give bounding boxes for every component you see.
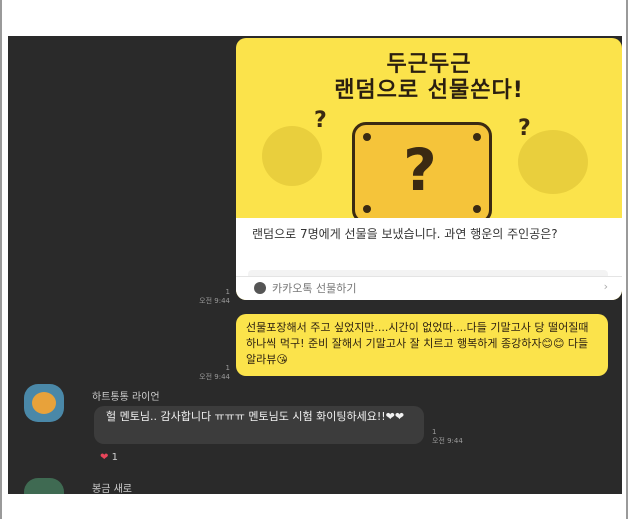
small-question-mark-right: ? — [518, 116, 531, 141]
mystery-box-icon: ? — [352, 122, 492, 224]
unread-count: 1 — [432, 428, 437, 436]
avatar-ryan[interactable] — [24, 384, 64, 422]
message-time: 오전 9:44 — [199, 373, 230, 381]
gift-card-footer-label: 카카오톡 선물하기 — [272, 282, 357, 295]
gift-card-title: 두근두근 랜덤으로 선물쏜다! — [236, 52, 622, 104]
bottom-margin — [0, 494, 631, 519]
question-mark-icon: ? — [403, 136, 437, 204]
my-message-bubble[interactable]: 선물포장해서 주고 싶었지만....시간이 없었따....다들 기말고사 당 떨… — [236, 314, 608, 376]
sender-name-2: 봉금 새로 — [92, 484, 132, 494]
gift-card[interactable]: 두근두근 랜덤으로 선물쏜다! ? ? ? 랜덤으로 7명에게 선물을 보냈습니… — [236, 38, 622, 300]
heart-icon: ❤ — [100, 452, 109, 463]
message-time: 오전 9:44 — [199, 297, 230, 305]
unread-count: 1 — [225, 288, 230, 296]
gift-card-footer[interactable]: 카카오톡 선물하기 › — [236, 276, 622, 299]
decor-bear-left — [262, 126, 322, 186]
gift-card-title-line1: 두근두근 — [386, 52, 472, 77]
gift-card-title-line2: 랜덤으로 선물쏜다! — [334, 78, 524, 103]
card-message-meta: 1 오전 9:44 — [156, 288, 230, 306]
left-border — [0, 0, 2, 519]
other-message-bubble[interactable]: 헐 멘토님.. 감사합니다 ㅠㅠㅠ 멘토님도 시험 화이팅하세요!!❤❤ — [94, 406, 424, 444]
sender-name: 하트통통 라이언 — [92, 392, 160, 403]
avatar-second-sender[interactable] — [24, 478, 64, 494]
chevron-right-icon: › — [603, 280, 608, 293]
reaction-count: 1 — [111, 452, 118, 463]
top-margin — [0, 0, 631, 36]
gift-card-description: 랜덤으로 7명에게 선물을 보냈습니다. 과연 행운의 주인공은? — [252, 227, 558, 241]
kakao-gift-icon — [254, 282, 266, 294]
unread-count: 1 — [225, 364, 230, 372]
right-border — [626, 0, 628, 519]
message-time: 오전 9:44 — [432, 437, 463, 445]
reaction-badge[interactable]: ❤ 1 — [100, 452, 118, 463]
chat-area[interactable]: 두근두근 랜덤으로 선물쏜다! ? ? ? 랜덤으로 7명에게 선물을 보냈습니… — [8, 36, 622, 494]
yellow-message-meta: 1 오전 9:44 — [156, 364, 230, 382]
other-message-meta: 1 오전 9:44 — [432, 428, 496, 446]
small-question-mark-left: ? — [314, 108, 327, 133]
